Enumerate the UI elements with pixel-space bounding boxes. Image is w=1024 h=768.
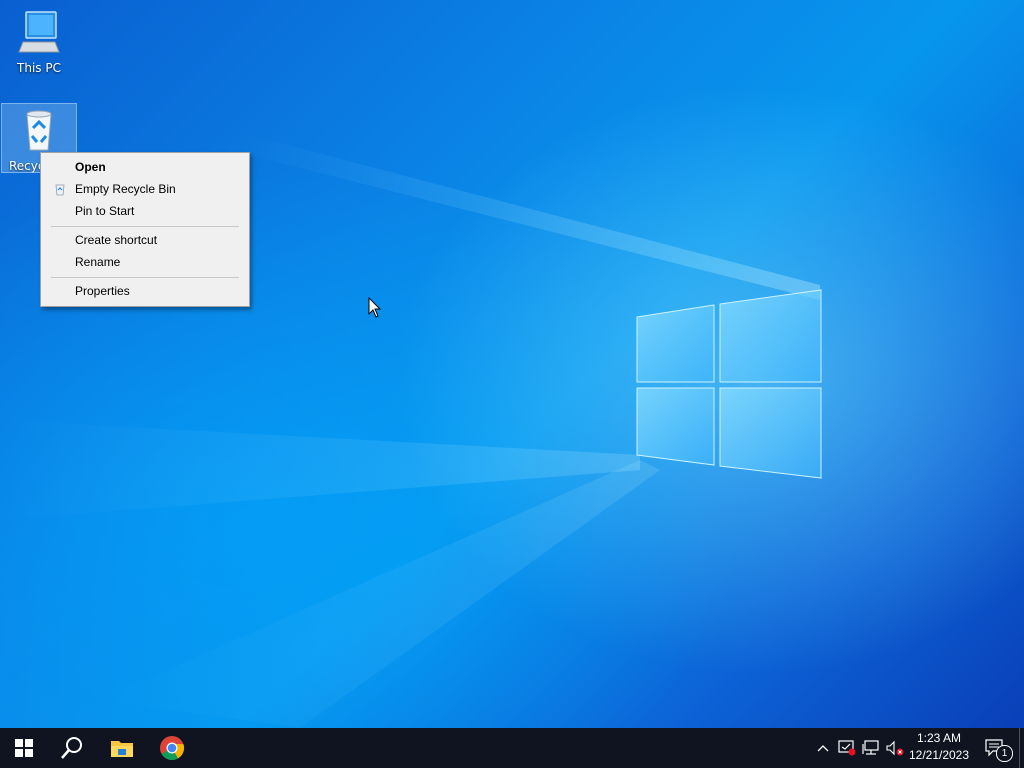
recycle-bin-small-icon (55, 184, 65, 196)
desktop[interactable]: This PC Recyc Open Empty Recycle Bin Pin… (0, 0, 1024, 728)
start-button[interactable] (0, 728, 48, 768)
menu-item-open[interactable]: Open (41, 156, 249, 178)
menu-item-label: Empty Recycle Bin (75, 182, 176, 196)
menu-item-rename[interactable]: Rename (41, 251, 249, 273)
windows-logo-wallpaper (636, 289, 822, 479)
show-hidden-icons-button[interactable] (812, 728, 834, 768)
notification-count-badge: 1 (996, 745, 1013, 762)
search-button[interactable] (48, 728, 96, 768)
network-tray-button[interactable] (860, 728, 882, 768)
file-explorer-taskbar-button[interactable] (98, 728, 146, 768)
this-pc-desktop-icon[interactable]: This PC (8, 8, 70, 75)
chrome-icon (160, 736, 185, 761)
menu-separator (51, 277, 239, 278)
volume-muted-icon (886, 740, 904, 756)
menu-item-label: Create shortcut (75, 233, 158, 247)
this-pc-label: This PC (17, 61, 61, 75)
menu-item-create-shortcut[interactable]: Create shortcut (41, 229, 249, 251)
search-icon (61, 737, 82, 759)
network-icon (862, 740, 879, 755)
recycle-bin-icon (26, 110, 52, 151)
start-icon (15, 739, 33, 757)
menu-item-label: Open (75, 160, 106, 174)
menu-item-label: Properties (75, 284, 130, 298)
menu-separator (51, 226, 239, 227)
menu-item-label: Rename (75, 255, 121, 269)
chrome-taskbar-button[interactable] (148, 728, 196, 768)
mouse-cursor-icon (368, 297, 382, 318)
computer-icon (18, 11, 60, 53)
taskbar: 1:23 AM 12/21/2023 1 (0, 728, 1024, 768)
menu-item-label: Pin to Start (75, 204, 135, 218)
chevron-up-icon (817, 745, 829, 752)
context-menu: Open Empty Recycle Bin Pin to Start Crea… (40, 152, 250, 307)
menu-item-empty-recycle-bin[interactable]: Empty Recycle Bin (41, 178, 249, 200)
security-alert-icon (838, 740, 856, 756)
security-tray-button[interactable] (836, 728, 858, 768)
show-desktop-button[interactable] (1019, 728, 1024, 768)
clock-time: 1:23 AM (916, 731, 962, 745)
taskbar-clock[interactable]: 1:23 AM 12/21/2023 (905, 730, 973, 764)
action-center-button[interactable]: 1 (978, 728, 1014, 768)
menu-item-properties[interactable]: Properties (41, 280, 249, 302)
volume-tray-button[interactable] (884, 728, 906, 768)
wallpaper-beams (0, 130, 820, 728)
menu-item-pin-to-start[interactable]: Pin to Start (41, 200, 249, 222)
file-explorer-icon (111, 741, 133, 757)
clock-date: 12/21/2023 (908, 748, 970, 762)
